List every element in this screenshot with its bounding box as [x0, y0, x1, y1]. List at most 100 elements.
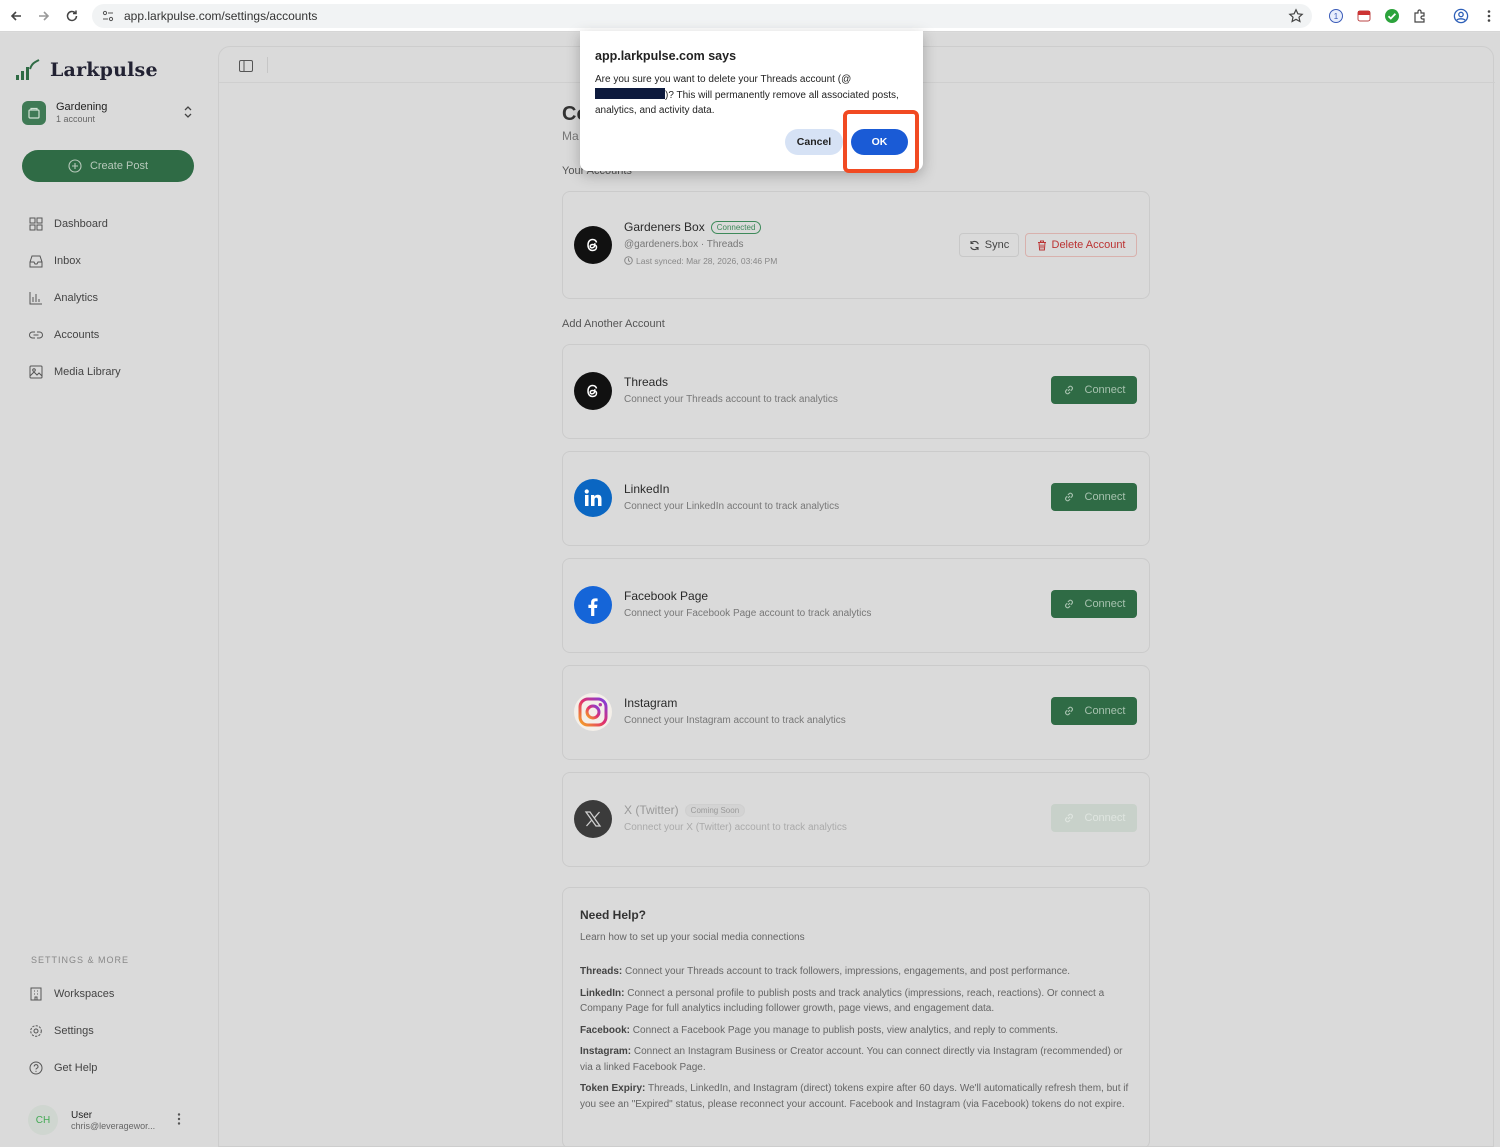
platform-description: Connect your Threads account to track an…	[624, 394, 838, 405]
help-item-instagram: Instagram: Connect an Instagram Business…	[580, 1046, 1123, 1073]
platform-name: X (Twitter) Coming Soon	[624, 803, 746, 817]
nav-item-analytics[interactable]: Analytics	[28, 279, 198, 316]
bookmark-star-icon[interactable]	[1288, 8, 1304, 24]
platform-card-x: X (Twitter) Coming Soon Connect your X (T…	[562, 772, 1150, 867]
help-section: Need Help? Learn how to set up your soci…	[562, 887, 1150, 1147]
linkedin-logo-icon	[574, 479, 612, 517]
create-post-button[interactable]: Create Post	[22, 150, 194, 182]
extension-red-icon[interactable]	[1355, 7, 1373, 25]
avatar: CH	[28, 1105, 58, 1135]
workspace-name: Gardening	[56, 101, 108, 113]
sync-button[interactable]: Sync	[959, 233, 1019, 257]
check-extension-icon[interactable]	[1383, 7, 1401, 25]
connect-threads-button[interactable]: Connect	[1051, 376, 1137, 404]
page-subtitle: Ma	[562, 129, 579, 143]
brand-logo[interactable]: Larkpulse	[16, 59, 158, 81]
nav-item-workspaces[interactable]: Workspaces	[28, 975, 198, 1012]
site-settings-icon[interactable]	[100, 8, 116, 24]
larkpulse-logo-icon	[16, 59, 40, 80]
account-name: Gardeners Box Connected	[624, 220, 762, 234]
cancel-button[interactable]: Cancel	[785, 129, 843, 155]
delete-account-button[interactable]: Delete Account	[1025, 233, 1137, 257]
nav-item-get-help[interactable]: Get Help	[28, 1049, 198, 1086]
help-body: Threads: Connect your Threads account to…	[580, 964, 1135, 1118]
forward-arrow-icon[interactable]	[32, 4, 56, 28]
account-handle: @gardeners.box · Threads	[624, 239, 744, 250]
sidebar-toggle-icon[interactable]	[239, 59, 253, 72]
more-vertical-icon[interactable]	[176, 1112, 182, 1129]
connect-instagram-button[interactable]: Connect	[1051, 697, 1137, 725]
threads-logo-icon	[574, 226, 612, 264]
user-profile[interactable]: CH User chris@leveragewor...	[28, 1105, 198, 1135]
sidebar: Larkpulse Gardening 1 account Create Pos…	[0, 33, 218, 1147]
user-name: User	[71, 1109, 93, 1121]
link-icon	[1064, 492, 1073, 502]
platform-name: Threads	[624, 375, 669, 389]
workspace-account-count: 1 account	[56, 114, 96, 124]
nav-item-label: Workspaces	[54, 987, 115, 1000]
connected-badge: Connected	[710, 221, 762, 234]
platform-card-threads: Threads Connect your Threads account to …	[562, 344, 1150, 439]
nav-item-dashboard[interactable]: Dashboard	[28, 205, 198, 242]
help-item-token-expiry: Token Expiry: Threads, LinkedIn, and Ins…	[580, 1083, 1129, 1110]
divider	[267, 57, 268, 73]
threads-logo-icon	[574, 372, 612, 410]
coming-soon-badge: Coming Soon	[684, 804, 746, 817]
ok-button[interactable]: OK	[851, 129, 908, 155]
workspace-switcher[interactable]: Gardening 1 account	[22, 99, 198, 127]
image-icon	[28, 364, 44, 380]
help-title: Need Help?	[580, 908, 647, 922]
section-label-settings: SETTINGS & MORE	[31, 955, 130, 965]
last-synced: Last synced: Mar 28, 2026, 03:46 PM	[624, 256, 777, 266]
user-email: chris@leveragewor...	[71, 1120, 156, 1131]
x-logo-icon	[574, 800, 612, 838]
connected-account-card: Gardeners Box Connected @gardeners.box · …	[562, 191, 1150, 299]
inbox-icon	[28, 253, 44, 269]
chevron-up-down-icon[interactable]	[182, 105, 194, 124]
profile-icon[interactable]	[1452, 7, 1470, 25]
redacted-handle	[595, 87, 665, 99]
confirm-delete-dialog: app.larkpulse.com says Are you sure you …	[580, 31, 923, 173]
plus-circle-icon	[68, 159, 82, 173]
workspace-icon	[22, 101, 46, 125]
password-manager-icon[interactable]: 1	[1327, 7, 1345, 25]
browser-toolbar: app.larkpulse.com/settings/accounts 1	[0, 0, 1500, 32]
reload-icon[interactable]	[60, 4, 84, 28]
back-arrow-icon[interactable]	[4, 4, 28, 28]
platform-description: Connect your X (Twitter) account to trac…	[624, 822, 847, 833]
grid-icon	[28, 216, 44, 232]
nav-item-label: Media Library	[54, 365, 121, 378]
nav-item-settings[interactable]: Settings	[28, 1012, 198, 1049]
create-post-label: Create Post	[89, 160, 149, 172]
nav-item-media-library[interactable]: Media Library	[28, 353, 198, 390]
nav-item-label: Settings	[54, 1024, 94, 1037]
puzzle-extensions-icon[interactable]	[1411, 7, 1429, 25]
main-nav: Dashboard Inbox Analytics Accounts Media…	[28, 205, 198, 390]
platform-description: Connect your LinkedIn account to track a…	[624, 501, 840, 512]
help-item-linkedin: LinkedIn: Connect a personal profile to …	[580, 987, 1105, 1015]
link-icon	[28, 327, 44, 343]
browser-menu-icon[interactable]	[1480, 7, 1498, 25]
connect-x-button-disabled: Connect	[1051, 804, 1137, 832]
nav-item-label: Analytics	[54, 291, 99, 304]
platform-description: Connect your Instagram account to track …	[624, 715, 846, 726]
address-bar[interactable]: app.larkpulse.com/settings/accounts	[92, 4, 1312, 28]
platform-card-instagram: Instagram Connect your Instagram account…	[562, 665, 1150, 760]
instagram-logo-icon	[574, 693, 612, 731]
help-subtitle: Learn how to set up your social media co…	[580, 932, 805, 943]
building-icon	[28, 986, 44, 1002]
help-circle-icon	[28, 1060, 44, 1076]
connect-linkedin-button[interactable]: Connect	[1051, 483, 1137, 511]
nav-item-accounts[interactable]: Accounts	[28, 316, 198, 353]
clock-icon	[624, 256, 633, 265]
platform-name: LinkedIn	[624, 482, 670, 496]
connect-facebook-button[interactable]: Connect	[1051, 590, 1137, 618]
svg-text:1: 1	[1334, 12, 1339, 21]
nav-item-inbox[interactable]: Inbox	[28, 242, 198, 279]
gear-icon	[28, 1023, 44, 1039]
trash-icon	[1037, 240, 1046, 250]
main-panel: Co Ma Your Accounts Gardeners Box Connect…	[218, 46, 1495, 1147]
platform-card-linkedin: LinkedIn Connect your LinkedIn account t…	[562, 451, 1150, 546]
nav-item-label: Inbox	[54, 254, 81, 267]
nav-item-label: Get Help	[54, 1061, 98, 1074]
